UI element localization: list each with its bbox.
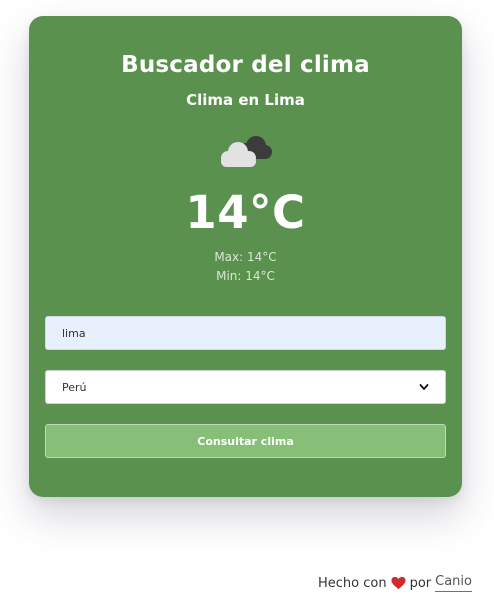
- city-input[interactable]: [45, 316, 446, 350]
- footer-made-with: Hecho con: [317, 575, 387, 591]
- weather-card: Buscador del clima Clima en Lima 14°C Ma…: [29, 16, 462, 497]
- submit-button[interactable]: Consultar clima: [45, 424, 446, 458]
- page-title: Buscador del clima: [121, 52, 370, 78]
- author-link[interactable]: Canio: [435, 574, 472, 592]
- footer: Hecho con por Canio: [318, 574, 472, 592]
- heart-icon: [391, 576, 406, 590]
- min-temperature: Min: 14°C: [216, 269, 275, 283]
- temperature-value: 14°C: [185, 186, 306, 239]
- cloudy-night-icon: [221, 136, 272, 167]
- max-temperature: Max: 14°C: [214, 250, 277, 264]
- country-select-value: Perú: [62, 380, 87, 394]
- country-select[interactable]: Perú: [45, 370, 446, 404]
- weather-location-title: Clima en Lima: [186, 91, 305, 109]
- chevron-down-icon: [419, 384, 429, 390]
- footer-by: por: [409, 575, 432, 591]
